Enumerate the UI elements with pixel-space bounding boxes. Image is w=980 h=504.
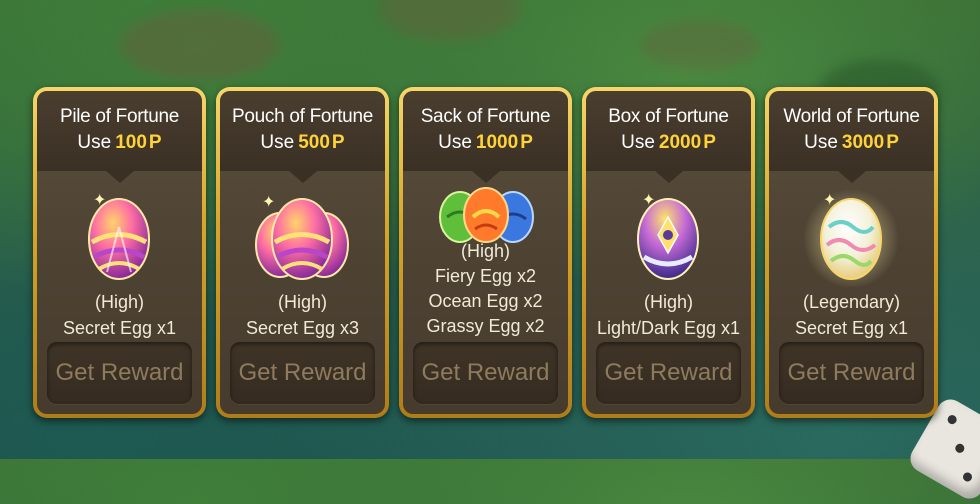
fortune-card-world: World of Fortune Use 3000 P ✦ (Legendary… bbox=[765, 87, 938, 418]
card-panel: Pile of Fortune Use 100 P ✦ (High) Secre… bbox=[37, 91, 202, 414]
card-panel: Pouch of Fortune Use 500 P ✦ (High) Secr… bbox=[220, 91, 385, 414]
reward-item: Ocean Egg x2 bbox=[428, 291, 543, 311]
get-reward-button[interactable]: Get Reward bbox=[413, 342, 558, 404]
get-reward-button[interactable]: Get Reward bbox=[596, 342, 741, 404]
fortune-card-sack: Sack of Fortune Use 1000 P (High) Fiery … bbox=[399, 87, 572, 418]
cost-value: 500 bbox=[298, 132, 330, 153]
card-title: Sack of Fortune bbox=[420, 106, 551, 127]
cost-unit: P bbox=[331, 132, 345, 153]
cost-unit: P bbox=[886, 132, 899, 153]
get-reward-button[interactable]: Get Reward bbox=[230, 342, 375, 404]
cost-value: 100 bbox=[115, 132, 147, 153]
reward-item: Secret Egg x1 bbox=[62, 318, 177, 338]
cost-label: Use bbox=[621, 132, 655, 153]
card-cost: Use 500 P bbox=[220, 131, 385, 155]
cost-unit: P bbox=[703, 132, 716, 153]
reward-grade: (High) bbox=[460, 241, 510, 261]
svg-text:✦: ✦ bbox=[823, 192, 836, 209]
cost-label: Use bbox=[77, 132, 112, 153]
reward-grade: (High) bbox=[643, 292, 693, 312]
reward-item: Light/Dark Egg x1 bbox=[596, 318, 741, 338]
cost-label: Use bbox=[438, 132, 472, 153]
get-reward-button[interactable]: Get Reward bbox=[779, 342, 924, 404]
cost-value: 1000 bbox=[475, 132, 519, 153]
card-header: Pouch of Fortune Use 500 P bbox=[220, 91, 385, 183]
reward-description: (Legendary) Secret Egg x1 bbox=[769, 289, 934, 341]
get-reward-button[interactable]: Get Reward bbox=[47, 342, 192, 404]
cost-unit: P bbox=[520, 132, 533, 153]
reward-description: (High) Secret Egg x3 bbox=[220, 289, 385, 341]
reward-item: Secret Egg x1 bbox=[794, 318, 909, 338]
reward-item: Fiery Egg x2 bbox=[434, 266, 537, 286]
card-cost: Use 1000 P bbox=[403, 131, 568, 155]
reward-grade: (High) bbox=[94, 292, 144, 312]
reward-grade: (Legendary) bbox=[802, 292, 901, 312]
card-header: Sack of Fortune Use 1000 P bbox=[403, 91, 568, 183]
reward-item: Secret Egg x3 bbox=[245, 318, 360, 338]
svg-text:✦: ✦ bbox=[262, 194, 275, 211]
svg-text:✦: ✦ bbox=[642, 192, 655, 209]
reward-item: Grassy Egg x2 bbox=[426, 316, 545, 336]
fortune-card-pouch: Pouch of Fortune Use 500 P ✦ (High) Secr… bbox=[216, 87, 389, 418]
svg-text:✦: ✦ bbox=[93, 192, 106, 209]
fortune-card-box: Box of Fortune Use 2000 P ✦ (High) Light… bbox=[582, 87, 755, 418]
card-header: Box of Fortune Use 2000 P bbox=[586, 91, 751, 183]
cost-label: Use bbox=[804, 132, 838, 153]
secret-egg-icon: ✦ bbox=[37, 187, 202, 287]
reward-description: (High) Light/Dark Egg x1 bbox=[586, 289, 751, 341]
card-cost: Use 100 P bbox=[37, 131, 202, 155]
reward-description: (High) Secret Egg x1 bbox=[37, 289, 202, 341]
reward-grade: (High) bbox=[277, 292, 327, 312]
card-cost: Use 2000 P bbox=[586, 131, 751, 155]
card-title: World of Fortune bbox=[783, 106, 920, 127]
cost-label: Use bbox=[260, 132, 295, 153]
card-cost: Use 3000 P bbox=[769, 131, 934, 155]
card-title: Pouch of Fortune bbox=[232, 106, 373, 127]
reward-description: (High) Fiery Egg x2 Ocean Egg x2 Grassy … bbox=[403, 239, 568, 339]
card-title: Box of Fortune bbox=[608, 106, 729, 127]
cost-value: 2000 bbox=[658, 132, 702, 153]
card-panel: Sack of Fortune Use 1000 P (High) Fiery … bbox=[403, 91, 568, 414]
elemental-eggs-icon bbox=[403, 187, 568, 247]
card-panel: World of Fortune Use 3000 P ✦ (Legendary… bbox=[769, 91, 934, 414]
light-dark-egg-icon: ✦ bbox=[586, 187, 751, 287]
fortune-card-pile: Pile of Fortune Use 100 P ✦ (High) Secre… bbox=[33, 87, 206, 418]
legendary-secret-egg-icon: ✦ bbox=[769, 187, 934, 289]
card-header: Pile of Fortune Use 100 P bbox=[37, 91, 202, 183]
secret-egg-triple-icon: ✦ bbox=[220, 187, 385, 287]
card-title: Pile of Fortune bbox=[59, 106, 180, 127]
cost-value: 3000 bbox=[841, 132, 885, 153]
cost-unit: P bbox=[148, 132, 162, 153]
card-header: World of Fortune Use 3000 P bbox=[769, 91, 934, 183]
card-panel: Box of Fortune Use 2000 P ✦ (High) Light… bbox=[586, 91, 751, 414]
